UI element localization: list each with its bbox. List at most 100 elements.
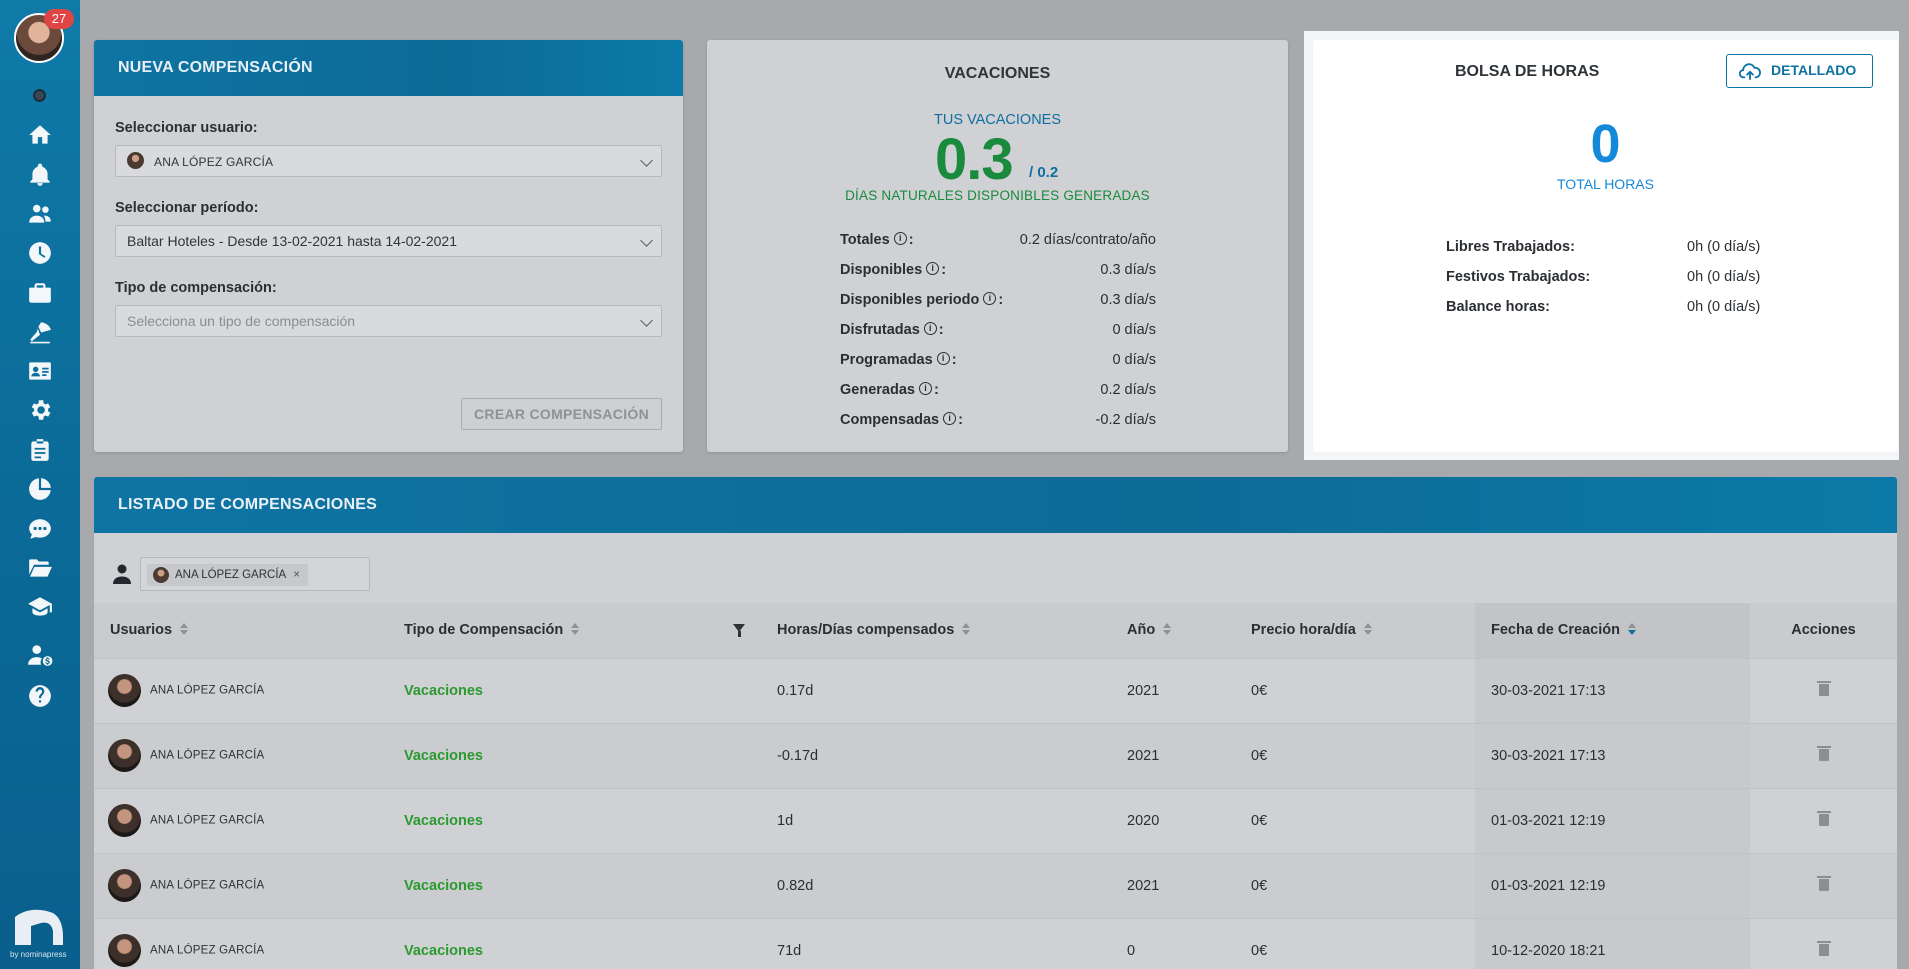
umbrella-beach-icon[interactable] <box>25 317 55 347</box>
sort-icon[interactable] <box>962 623 971 636</box>
avatar <box>127 152 144 170</box>
period-select-value: Baltar Hoteles - Desde 13-02-2021 hasta … <box>127 233 457 249</box>
filter-icon[interactable] <box>733 624 745 637</box>
type-select-label: Tipo de compensación: <box>115 280 277 296</box>
trash-icon[interactable] <box>1816 876 1831 891</box>
avatar <box>108 869 141 902</box>
trash-icon[interactable] <box>1816 746 1831 761</box>
row-tipo: Vacaciones <box>404 682 483 699</box>
briefcase-icon[interactable] <box>25 278 55 308</box>
sort-icon[interactable] <box>571 623 580 636</box>
pie-chart-icon[interactable] <box>25 474 55 504</box>
column-header-acciones: Acciones <box>1750 603 1897 658</box>
user-select[interactable]: ANA LÓPEZ GARCÍA <box>115 145 662 177</box>
row-tipo: Vacaciones <box>404 877 483 894</box>
trash-icon[interactable] <box>1816 941 1831 957</box>
info-icon[interactable]: i <box>918 382 932 396</box>
row-horas: -0.17d <box>761 722 1111 788</box>
sort-desc-icon[interactable] <box>1627 623 1636 636</box>
row-precio: 0€ <box>1235 917 1475 969</box>
row-tipo: Vacaciones <box>404 812 483 829</box>
row-anio: 2021 <box>1111 657 1235 723</box>
period-select[interactable]: Baltar Hoteles - Desde 13-02-2021 hasta … <box>115 225 662 257</box>
brand-logo-icon <box>15 909 63 945</box>
user-avatar-wrapper[interactable]: 27 <box>14 9 74 63</box>
compensaciones-table: Usuarios Tipo de Compensación Horas/Días… <box>94 603 1897 969</box>
avatar <box>108 739 141 772</box>
vac-row-label: Disponibles periodo <box>840 292 980 308</box>
type-select[interactable]: Selecciona un tipo de compensación <box>115 305 662 337</box>
avatar <box>108 804 141 837</box>
info-icon[interactable]: i <box>983 292 997 306</box>
sort-icon[interactable] <box>180 623 189 636</box>
column-header-anio[interactable]: Año <box>1111 603 1235 658</box>
cloud-upload-icon <box>1739 63 1761 81</box>
info-icon[interactable]: i <box>943 412 957 426</box>
bolsa-horas-title: BOLSA DE HORAS <box>1455 63 1600 80</box>
table-row: ANA LÓPEZ GARCÍA Vacaciones 1d 2020 0€ 0… <box>94 787 1897 853</box>
avatar <box>108 674 141 707</box>
sort-icon[interactable] <box>1163 623 1172 636</box>
row-horas: 71d <box>761 917 1111 969</box>
row-user: ANA LÓPEZ GARCÍA <box>150 814 265 827</box>
row-user: ANA LÓPEZ GARCÍA <box>150 879 265 892</box>
dias-naturales-label: DÍAS NATURALES DISPONIBLES GENERADAS <box>845 188 1150 203</box>
row-anio: 0 <box>1111 917 1235 969</box>
column-header-fecha[interactable]: Fecha de Creación <box>1475 603 1750 658</box>
row-fecha: 01-03-2021 12:19 <box>1475 787 1750 853</box>
nueva-compensacion-card: NUEVA COMPENSACIÓN Seleccionar usuario: … <box>94 40 683 452</box>
table-row: ANA LÓPEZ GARCÍA Vacaciones 0.82d 2021 0… <box>94 852 1897 918</box>
filter-chip: ANA LÓPEZ GARCÍA × <box>147 564 308 586</box>
users-icon[interactable] <box>25 199 55 229</box>
user-select-value: ANA LÓPEZ GARCÍA <box>154 155 274 169</box>
total-horas-label: TOTAL HORAS <box>1557 176 1654 192</box>
detallado-button[interactable]: DETALLADO <box>1726 54 1873 88</box>
notification-badge: 27 <box>44 9 74 29</box>
gear-icon[interactable] <box>25 395 55 425</box>
avatar <box>153 567 169 583</box>
column-header-usuarios[interactable]: Usuarios <box>94 603 388 658</box>
row-precio: 0€ <box>1235 787 1475 853</box>
folder-open-icon[interactable] <box>25 553 55 583</box>
sort-icon[interactable] <box>1363 623 1372 636</box>
chevron-down-icon <box>640 234 653 247</box>
vac-row-label: Generadas <box>840 382 915 398</box>
user-filter-input[interactable]: ANA LÓPEZ GARCÍA × <box>140 557 370 591</box>
row-anio: 2021 <box>1111 722 1235 788</box>
table-row: ANA LÓPEZ GARCÍA Vacaciones 71d 0 0€ 10-… <box>94 917 1897 969</box>
clipboard-icon[interactable] <box>25 435 55 465</box>
info-icon[interactable]: i <box>893 232 907 246</box>
period-select-label: Seleccionar período: <box>115 200 259 216</box>
create-compensation-button[interactable]: CREAR COMPENSACIÓN <box>461 398 662 430</box>
id-card-icon[interactable] <box>25 356 55 386</box>
info-icon[interactable]: i <box>926 262 940 276</box>
vac-row-label: Compensadas <box>840 412 940 428</box>
bolsa-horas-card: BOLSA DE HORAS DETALLADO 0 TOTAL HORAS L… <box>1313 40 1898 452</box>
vac-row-label: Programadas <box>840 352 933 368</box>
vac-row-value: 0.2 día/s <box>1100 382 1156 398</box>
column-header-horas[interactable]: Horas/Días compensados <box>761 603 1111 658</box>
bolsa-row-value: 0h (0 día/s) <box>1687 299 1761 315</box>
row-horas: 0.17d <box>761 657 1111 723</box>
trash-icon[interactable] <box>1816 811 1831 826</box>
total-days-number: / 0.2 <box>1029 164 1059 181</box>
column-header-tipo[interactable]: Tipo de Compensación <box>388 603 761 658</box>
user-dollar-icon[interactable] <box>25 640 55 670</box>
clock-icon[interactable] <box>25 238 55 268</box>
table-header-row: Usuarios Tipo de Compensación Horas/Días… <box>94 603 1897 658</box>
bell-icon[interactable] <box>25 160 55 190</box>
row-precio: 0€ <box>1235 657 1475 723</box>
chevron-down-icon <box>640 154 653 167</box>
info-icon[interactable]: i <box>923 322 937 336</box>
close-icon[interactable]: × <box>293 569 300 581</box>
row-anio: 2020 <box>1111 787 1235 853</box>
help-icon[interactable] <box>25 681 55 711</box>
home-icon[interactable] <box>25 120 55 150</box>
bolsa-row-label: Festivos Trabajados: <box>1446 269 1591 285</box>
graduation-cap-icon[interactable] <box>25 592 55 622</box>
trash-icon[interactable] <box>1816 681 1831 696</box>
column-header-precio[interactable]: Precio hora/día <box>1235 603 1475 658</box>
chat-icon[interactable] <box>25 514 55 544</box>
nueva-compensacion-title: NUEVA COMPENSACIÓN <box>94 40 683 96</box>
info-icon[interactable]: i <box>936 352 950 366</box>
